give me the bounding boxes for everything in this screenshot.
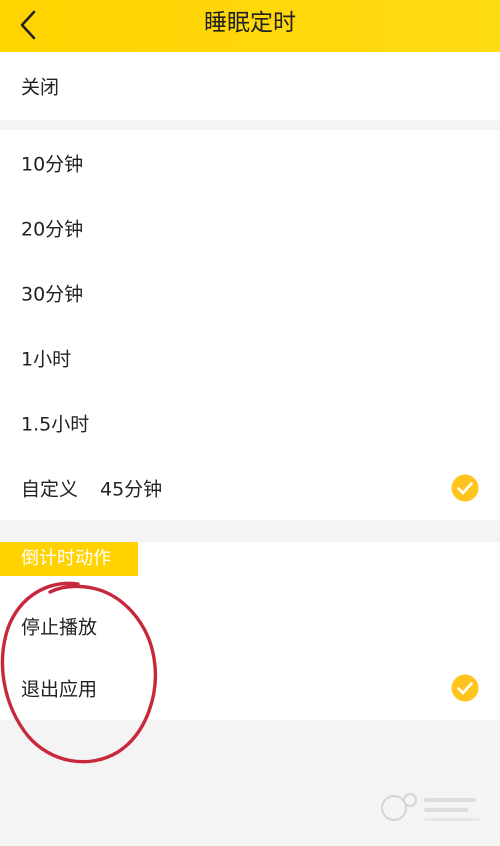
- section-label-countdown-action: 倒计时动作: [0, 542, 138, 576]
- timer-option-20min[interactable]: 20分钟: [0, 195, 500, 260]
- action-option-stop-playback[interactable]: 停止播放: [0, 595, 500, 657]
- check-circle-icon: [451, 674, 479, 702]
- header-bar: 睡眠定时: [0, 0, 500, 52]
- timer-option-30min[interactable]: 30分钟: [0, 260, 500, 325]
- option-label: 自定义: [21, 478, 79, 500]
- watermark-logo: [381, 793, 480, 821]
- option-label: 关闭: [21, 76, 60, 99]
- timer-option-10min[interactable]: 10分钟: [0, 130, 500, 195]
- option-label: 30分钟: [21, 283, 84, 305]
- option-label: 10分钟: [21, 153, 84, 175]
- action-option-exit-app[interactable]: 退出应用: [0, 657, 500, 719]
- option-label: 1.5小时: [21, 413, 90, 435]
- timer-option-custom[interactable]: 自定义 45分钟: [0, 455, 500, 520]
- option-label: 退出应用: [21, 678, 98, 701]
- timer-option-off[interactable]: 关闭: [0, 52, 500, 120]
- check-circle-icon: [451, 474, 479, 501]
- page-title: 睡眠定时: [204, 10, 296, 36]
- option-label: 1小时: [21, 348, 72, 370]
- timer-option-1h[interactable]: 1小时: [0, 325, 500, 390]
- timer-option-1-5h[interactable]: 1.5小时: [0, 390, 500, 455]
- option-label: 停止播放: [21, 616, 98, 639]
- custom-duration-value: 45分钟: [100, 478, 163, 500]
- option-label: 20分钟: [21, 218, 84, 240]
